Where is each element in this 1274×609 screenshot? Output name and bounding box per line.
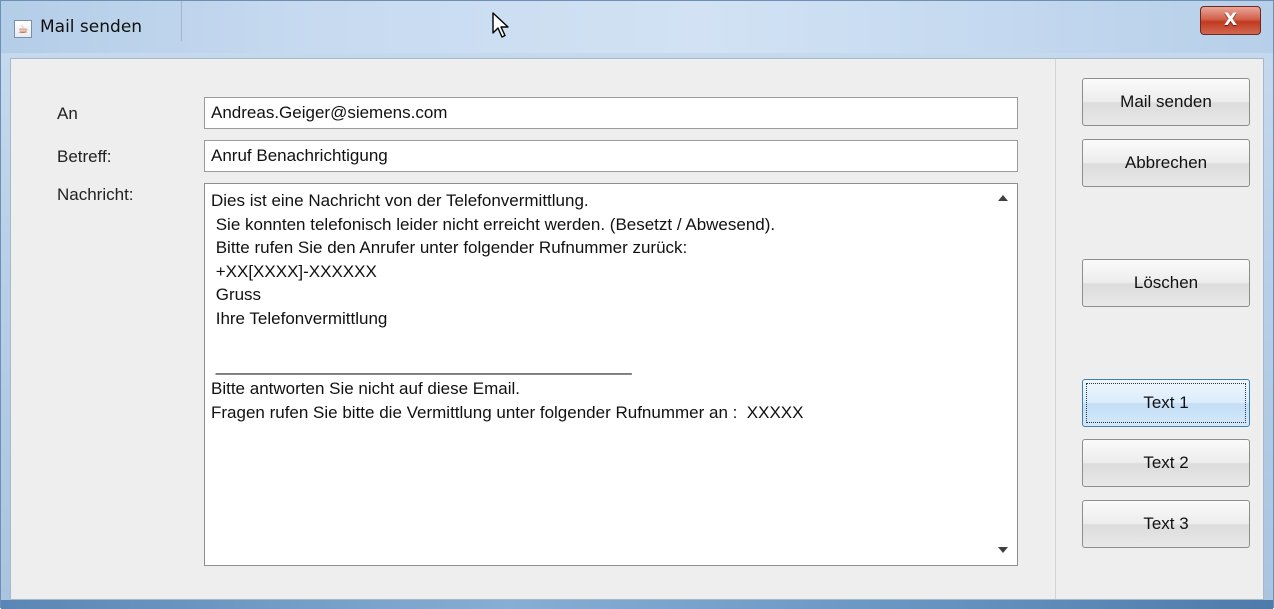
dialog-content: An Andreas.Geiger@siemens.com Betreff: A… xyxy=(10,58,1264,600)
java-app-icon: ☕ xyxy=(14,20,32,38)
cancel-button[interactable]: Abbrechen xyxy=(1082,139,1250,187)
mail-send-dialog: ☕ Mail senden X An Andreas.Geiger@siemen… xyxy=(0,0,1274,609)
text3-button[interactable]: Text 3 xyxy=(1082,500,1250,548)
scroll-up-arrow-icon[interactable] xyxy=(998,195,1008,201)
message-line: Dies ist eine Nachricht von der Telefonv… xyxy=(211,191,589,210)
message-text: Dies ist eine Nachricht von der Telefonv… xyxy=(211,189,987,424)
text1-button[interactable]: Text 1 xyxy=(1082,379,1250,427)
message-line: Bitte rufen Sie den Anrufer unter folgen… xyxy=(211,238,688,257)
title-divider xyxy=(181,1,182,41)
message-line: +XX[XXXX]-XXXXXX xyxy=(211,261,377,281)
message-line xyxy=(211,330,987,354)
subject-label: Betreff: xyxy=(57,147,112,166)
message-line: ________________________________________… xyxy=(211,355,632,375)
window-title: Mail senden xyxy=(40,17,143,37)
subject-field[interactable]: Anruf Benachrichtigung xyxy=(204,140,1018,172)
to-label: An xyxy=(57,104,78,123)
close-button[interactable]: X xyxy=(1200,6,1261,35)
message-line: Fragen rufen Sie bitte die Vermittlung u… xyxy=(211,402,804,422)
message-textarea[interactable]: Dies ist eine Nachricht von der Telefonv… xyxy=(204,183,1018,566)
clear-button[interactable]: Löschen xyxy=(1082,259,1250,307)
text2-button[interactable]: Text 2 xyxy=(1082,439,1250,487)
send-mail-button[interactable]: Mail senden xyxy=(1082,78,1250,126)
mouse-pointer-icon xyxy=(492,12,512,42)
to-field[interactable]: Andreas.Geiger@siemens.com xyxy=(204,97,1018,129)
message-line: Sie konnten telefonisch leider nicht err… xyxy=(211,214,776,234)
title-bar[interactable]: ☕ Mail senden X xyxy=(1,1,1273,53)
scroll-down-arrow-icon[interactable] xyxy=(998,547,1008,553)
message-scrollbar[interactable] xyxy=(992,184,1017,565)
message-line: Gruss xyxy=(211,285,262,304)
message-label: Nachricht: xyxy=(57,185,134,204)
message-line: Ihre Telefonvermittlung xyxy=(211,308,388,328)
form-panel: An Andreas.Geiger@siemens.com Betreff: A… xyxy=(11,59,1056,599)
message-line: Bitte antworten Sie nicht auf diese Emai… xyxy=(211,379,520,398)
